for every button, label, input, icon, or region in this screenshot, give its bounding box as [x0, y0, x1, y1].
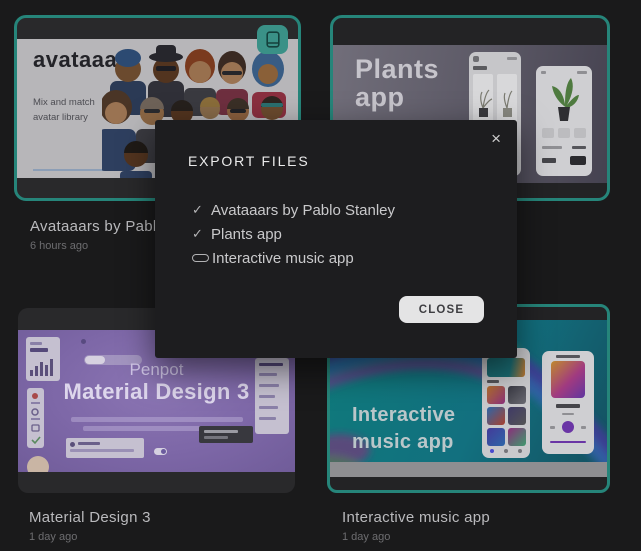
- check-icon: ✓: [192, 203, 211, 218]
- export-row-label: Plants app: [211, 226, 282, 243]
- fab-button: [27, 456, 49, 472]
- thumb-subtitle: Mix and match avatar library: [33, 95, 95, 125]
- thumb-title: Interactive music app: [352, 402, 455, 456]
- modal-title: EXPORT FILES: [188, 153, 309, 169]
- music-phone-mockup-1: [482, 348, 530, 458]
- export-file-list: ✓ Avataaars by Pablo Stanley ✓ Plants ap…: [192, 198, 395, 270]
- plant-sketch: [475, 78, 517, 124]
- plants-phone-mockup-2: [536, 66, 592, 176]
- thumb-title: Plants app: [355, 55, 439, 112]
- thumb-brand: Penpot: [18, 360, 295, 380]
- export-pending-icon: [192, 254, 212, 262]
- mini-toggle: [154, 448, 167, 455]
- thumb-title: Material Design 3: [18, 379, 295, 405]
- plant-photo: [548, 76, 580, 124]
- card-time-avataaars: 6 hours ago: [30, 240, 88, 252]
- card-title-material-design[interactable]: Material Design 3: [29, 509, 151, 526]
- shared-library-badge: [257, 25, 288, 54]
- dashboard-screen: avataaars Mix and match avatar library: [0, 0, 641, 551]
- export-row-label: Avataaars by Pablo Stanley: [211, 202, 395, 219]
- music-phone-mockup-2: [542, 351, 594, 454]
- library-book-icon: [266, 31, 280, 48]
- mini-tooltip: [199, 426, 253, 443]
- card-time-music: 1 day ago: [342, 531, 390, 543]
- card-title-music[interactable]: Interactive music app: [342, 509, 490, 526]
- export-row-avataaars: ✓ Avataaars by Pablo Stanley: [192, 198, 395, 222]
- mini-card: [66, 438, 144, 458]
- check-icon: ✓: [192, 227, 211, 242]
- export-files-modal: EXPORT FILES × ✓ Avataaars by Pablo Stan…: [155, 120, 517, 358]
- export-row-music: Interactive music app: [192, 246, 395, 270]
- close-button[interactable]: CLOSE: [399, 296, 484, 323]
- thumbnail-footer-band: [330, 462, 607, 477]
- cursor-dot: [81, 339, 86, 344]
- close-icon[interactable]: ×: [487, 128, 505, 149]
- mini-sidebar: [255, 358, 289, 434]
- export-row-label: Interactive music app: [212, 250, 354, 267]
- export-row-plants: ✓ Plants app: [192, 222, 395, 246]
- card-time-material-design: 1 day ago: [29, 531, 77, 543]
